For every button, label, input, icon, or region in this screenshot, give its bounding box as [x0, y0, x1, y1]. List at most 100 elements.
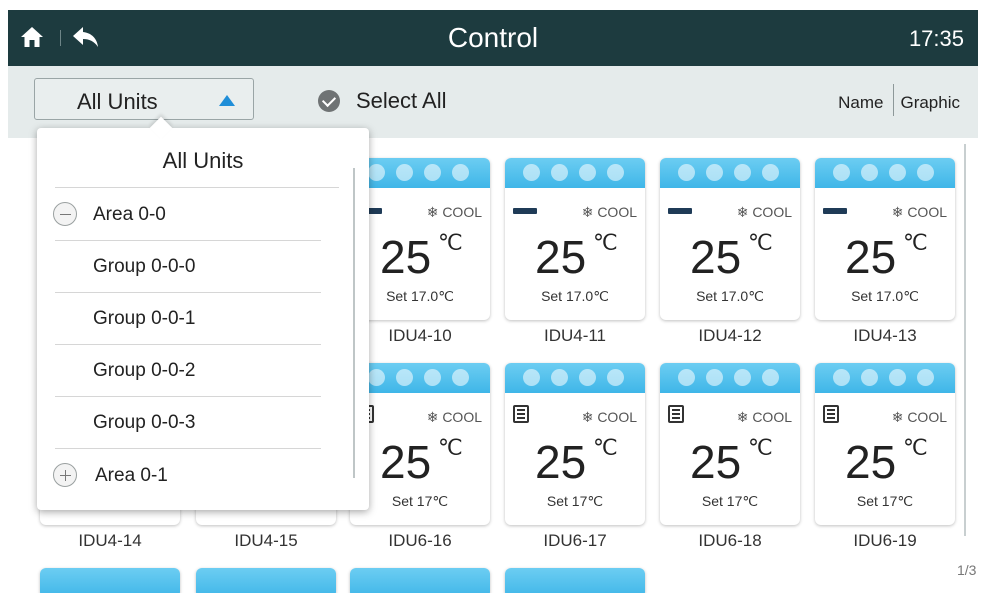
unit-card[interactable]: ❄ COOL 25 ℃ Set 17℃: [660, 363, 800, 525]
room-temp: 25: [380, 436, 432, 488]
clock-icon: [396, 369, 413, 386]
temp-unit: ℃: [438, 230, 463, 255]
unit-card-partial[interactable]: [196, 568, 336, 593]
view-graphic-tab[interactable]: Graphic: [900, 93, 960, 113]
unit-name: IDU4-12: [698, 326, 762, 345]
mode-label: ❄ COOL: [426, 409, 482, 425]
set-temp: Set 17.0℃: [386, 288, 454, 304]
alarm-icon: [523, 369, 540, 386]
temp-unit: ℃: [903, 435, 928, 460]
status-bar: [350, 568, 490, 593]
unit-card[interactable]: ❄ COOL 25 ℃ Set 17℃: [350, 363, 490, 525]
unit-card[interactable]: ❄ COOL 25 ℃ Set 17.0℃: [660, 158, 800, 320]
view-toggle: Name Graphic: [838, 84, 960, 116]
unit-name: IDU4-15: [234, 531, 298, 550]
clock: 17:35: [908, 26, 964, 51]
status-icons-bar: [505, 158, 645, 188]
clock-icon: [551, 369, 568, 386]
menu-item-group-0-0-2[interactable]: Group 0-0-2: [37, 345, 337, 397]
grid-scrollbar[interactable]: [964, 144, 966, 536]
room-temp: 25: [845, 436, 897, 488]
unit-name: IDU6-19: [853, 531, 917, 550]
clock-icon: [861, 369, 878, 386]
set-temp: Set 17.0℃: [696, 288, 764, 304]
status-icons-bar: [505, 363, 645, 393]
alarm-icon: [368, 369, 385, 386]
menu-item-area-0-0[interactable]: Area 0-0: [37, 189, 337, 241]
unit-name: IDU6-16: [388, 531, 452, 550]
set-temp: Set 17.0℃: [851, 288, 919, 304]
mode-label: ❄ COOL: [736, 204, 792, 220]
room-temp: 25: [690, 436, 742, 488]
sync-icon: [607, 369, 624, 386]
unit-card-partial[interactable]: [350, 568, 490, 593]
view-name-tab[interactable]: Name: [838, 93, 883, 113]
lock-icon: [734, 369, 751, 386]
unit-card-partial[interactable]: [40, 568, 180, 593]
chevron-up-icon: [219, 95, 235, 106]
unit-name: IDU6-18: [698, 531, 762, 550]
set-temp: Set 17.0℃: [541, 288, 609, 304]
menu-item-group-0-0-0[interactable]: Group 0-0-0: [37, 241, 337, 293]
menu-item-label: Group 0-0-0: [93, 256, 196, 277]
menu-item-label: Group 0-0-2: [93, 360, 196, 381]
room-temp: 25: [845, 231, 897, 283]
clock-icon: [706, 164, 723, 181]
lock-icon: [889, 164, 906, 181]
menu-item-label: Area 0-0: [93, 204, 166, 225]
collapse-icon[interactable]: [53, 202, 77, 226]
expand-icon[interactable]: [53, 463, 77, 487]
unit-card[interactable]: ❄ COOL 25 ℃ Set 17.0℃: [815, 158, 955, 320]
alarm-icon: [678, 369, 695, 386]
menu-item-area-0-1[interactable]: Area 0-1: [37, 450, 337, 502]
menu-item-group-0-0-1[interactable]: Group 0-0-1: [37, 293, 337, 345]
room-temp: 25: [380, 231, 432, 283]
top-bar: Control 17:35: [8, 10, 978, 66]
unit-card[interactable]: ❄ COOL 25 ℃ Set 17℃: [505, 363, 645, 525]
room-temp: 25: [535, 231, 587, 283]
status-bar: [40, 568, 180, 593]
unit-name: IDU4-14: [78, 531, 142, 550]
menu-title[interactable]: All Units: [37, 148, 369, 174]
page-title: Control: [447, 22, 539, 53]
clock-icon: [861, 164, 878, 181]
menu-item-group-0-0-3[interactable]: Group 0-0-3: [37, 397, 337, 449]
lock-icon: [734, 164, 751, 181]
temp-unit: ℃: [593, 230, 618, 255]
unit-filter-dropdown[interactable]: All Units: [34, 78, 254, 120]
status-icons-bar: [815, 158, 955, 188]
unit-name: IDU4-11: [543, 326, 607, 345]
set-temp: Set 17℃: [546, 493, 604, 509]
status-icons-bar: [350, 363, 490, 393]
status-icons-bar: [660, 363, 800, 393]
temp-unit: ℃: [748, 230, 773, 255]
divider: [55, 448, 321, 449]
louver-icon: [513, 208, 537, 214]
unit-card[interactable]: ❄ COOL 25 ℃ Set 17.0℃: [505, 158, 645, 320]
mode-label: ❄ COOL: [891, 204, 947, 220]
set-temp: Set 17℃: [391, 493, 449, 509]
unit-name: IDU4-10: [388, 326, 452, 345]
clock-icon: [706, 369, 723, 386]
status-icons-bar: [660, 158, 800, 188]
sync-icon: [607, 164, 624, 181]
sync-icon: [762, 164, 779, 181]
sync-icon: [452, 164, 469, 181]
room-temp: 25: [535, 436, 587, 488]
unit-card[interactable]: ❄ COOL 25 ℃ Set 17℃: [815, 363, 955, 525]
mode-label: ❄ COOL: [891, 409, 947, 425]
grille-icon: [823, 405, 839, 423]
unit-filter-label: All Units: [77, 89, 158, 114]
temp-unit: ℃: [438, 435, 463, 460]
alarm-icon: [523, 164, 540, 181]
menu-scrollbar[interactable]: [353, 168, 355, 478]
lock-icon: [579, 369, 596, 386]
unit-card-partial[interactable]: [505, 568, 645, 593]
status-icons-bar: [815, 363, 955, 393]
set-temp: Set 17℃: [856, 493, 914, 509]
select-all-label: Select All: [356, 88, 447, 113]
mode-label: ❄ COOL: [581, 204, 637, 220]
menu-item-label: Group 0-0-3: [93, 412, 196, 433]
unit-card[interactable]: ❄ COOL 25 ℃ Set 17.0℃: [350, 158, 490, 320]
status-bar: [505, 568, 645, 593]
